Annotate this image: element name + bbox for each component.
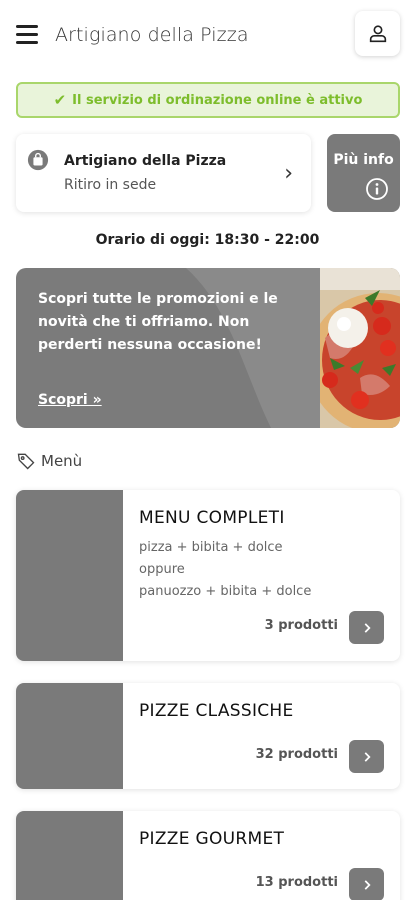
category-open-button[interactable] [349, 740, 384, 773]
category-product-count: 3 prodotti [264, 618, 338, 633]
store-mode: Ritiro in sede [64, 177, 157, 193]
category-product-count: 32 prodotti [255, 747, 338, 762]
chevron-right-icon [364, 751, 371, 762]
category-title: PIZZE CLASSICHE [139, 701, 294, 721]
chevron-right-icon [364, 879, 371, 890]
category-product-count: 13 prodotti [255, 875, 338, 890]
promo-discover-link[interactable]: Scopri » [38, 392, 102, 408]
chevron-right-icon [364, 622, 371, 633]
menu-title: Menù [41, 452, 83, 470]
user-icon [369, 24, 386, 42]
promo-banner[interactable]: Scopri tutte le promozioni e le novità c… [16, 268, 400, 428]
online-status-text: Il servizio di ordinazione online è atti… [72, 92, 363, 108]
category-image [16, 683, 123, 789]
category-open-button[interactable] [349, 868, 384, 900]
category-title: PIZZE GOURMET [139, 829, 285, 849]
more-info-label: Più info [333, 152, 394, 168]
pizza-image [320, 268, 400, 428]
category-card-pizze-classiche[interactable]: PIZZE CLASSICHE 32 prodotti [16, 683, 400, 789]
category-card-menu-completi[interactable]: MENU COMPLETI pizza + bibita + dolce opp… [16, 490, 400, 661]
promo-text: Scopri tutte le promozioni e le novità c… [38, 291, 278, 353]
online-status-banner: ✔ Il servizio di ordinazione online è at… [16, 82, 400, 118]
category-title: MENU COMPLETI [139, 508, 285, 528]
more-info-button[interactable]: Più info [327, 134, 400, 212]
hamburger-icon[interactable] [16, 25, 38, 45]
category-image [16, 811, 123, 900]
app-header: Artigiano della Pizza [0, 0, 415, 72]
check-icon: ✔ [53, 91, 67, 109]
app-title: Artigiano della Pizza [55, 24, 249, 46]
category-description-line: pizza + bibita + dolce [139, 540, 283, 555]
category-description-line: panuozzo + bibita + dolce [139, 584, 312, 599]
menu-section-title: Menù [16, 451, 82, 471]
info-icon [366, 178, 388, 200]
category-card-pizze-gourmet[interactable]: PIZZE GOURMET 13 prodotti [16, 811, 400, 900]
bag-icon [27, 149, 49, 171]
tag-icon [17, 453, 35, 470]
store-selector[interactable]: Artigiano della Pizza Ritiro in sede › [16, 134, 311, 212]
category-open-button[interactable] [349, 611, 384, 644]
category-image [16, 490, 123, 661]
opening-hours: Orario di oggi: 18:30 - 22:00 [95, 232, 320, 248]
category-description: pizza + bibita + dolce oppure panuozzo +… [139, 537, 311, 603]
category-description-line: oppure [139, 562, 185, 577]
store-name: Artigiano della Pizza [64, 153, 227, 169]
chevron-right-icon: › [284, 161, 293, 186]
user-account-button[interactable] [355, 11, 400, 56]
